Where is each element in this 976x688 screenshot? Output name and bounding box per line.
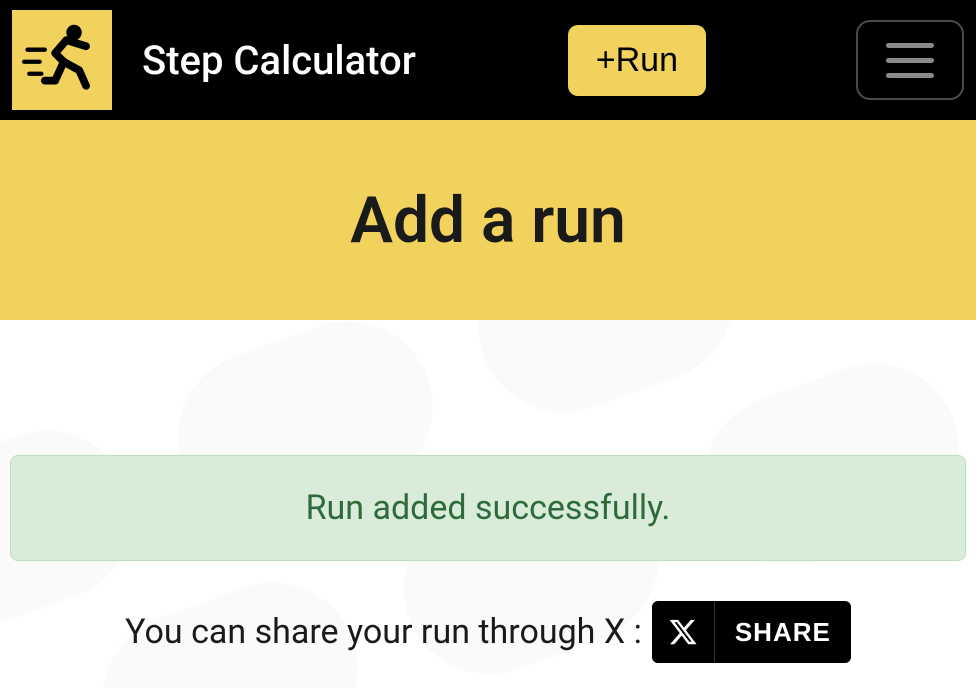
share-row: You can share your run through X : SHARE <box>10 601 966 663</box>
add-run-button[interactable]: +Run <box>568 25 706 96</box>
hamburger-icon <box>886 43 934 48</box>
runner-icon <box>19 17 105 103</box>
share-button-label: SHARE <box>715 617 851 648</box>
navbar-left: Step Calculator <box>12 10 416 110</box>
navbar-right: +Run <box>568 20 964 100</box>
menu-toggle-button[interactable] <box>856 20 964 100</box>
success-alert: Run added successfully. <box>10 455 966 561</box>
navbar: Step Calculator +Run <box>0 0 976 120</box>
share-on-x-button[interactable]: SHARE <box>652 601 851 663</box>
logo[interactable] <box>12 10 112 110</box>
main-content: Run added successfully. You can share yo… <box>0 320 976 688</box>
page-banner: Add a run <box>0 120 976 320</box>
page-title: Add a run <box>350 183 625 258</box>
x-icon <box>668 617 698 647</box>
brand-title[interactable]: Step Calculator <box>142 37 416 84</box>
share-prompt: You can share your run through X : <box>125 612 642 652</box>
